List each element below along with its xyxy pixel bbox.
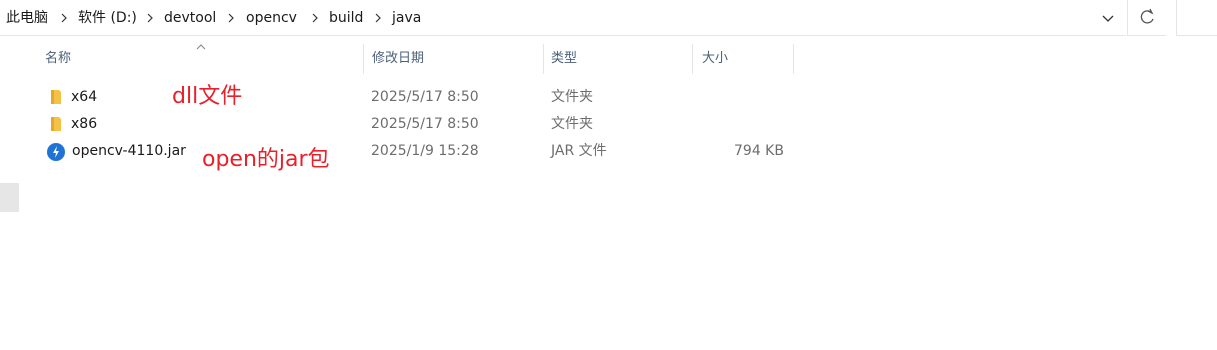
file-name[interactable]: x64 — [71, 84, 97, 110]
chevron-right-icon[interactable] — [143, 8, 157, 28]
address-history-dropdown[interactable] — [1096, 6, 1120, 30]
file-type: 文件夹 — [551, 116, 593, 132]
search-input[interactable] — [1176, 0, 1217, 36]
column-header-date[interactable]: 修改日期 — [372, 44, 424, 74]
file-date: 2025/5/17 8:50 — [371, 89, 479, 105]
chevron-right-icon[interactable] — [224, 8, 238, 28]
breadcrumb-item-drive[interactable]: 软件 (D:) — [78, 8, 137, 28]
refresh-button[interactable] — [1127, 0, 1166, 36]
breadcrumb-item-build[interactable]: build — [329, 8, 363, 28]
list-item[interactable]: x86 2025/5/17 8:50 文件夹 — [40, 111, 800, 137]
column-header-name[interactable]: 名称 — [45, 44, 71, 74]
column-divider[interactable] — [793, 44, 794, 74]
breadcrumb-item-java[interactable]: java — [392, 8, 421, 28]
address-bar[interactable]: 此电脑 软件 (D:) devtool opencv build java — [0, 0, 1126, 36]
column-header-type[interactable]: 类型 — [551, 44, 577, 74]
file-date: 2025/5/17 8:50 — [371, 116, 479, 132]
breadcrumb-item-opencv[interactable]: opencv — [246, 8, 297, 28]
list-item[interactable]: opencv-4110.jar 2025/1/9 15:28 JAR 文件 79… — [40, 138, 800, 164]
chevron-right-icon[interactable] — [308, 8, 322, 28]
breadcrumb-item-devtool[interactable]: devtool — [164, 8, 216, 28]
breadcrumb-item-this-pc[interactable]: 此电脑 — [6, 8, 48, 28]
chevron-right-icon[interactable] — [57, 8, 71, 28]
folder-icon — [47, 115, 65, 133]
column-divider[interactable] — [543, 44, 544, 74]
annotation-dll-label: dll文件 — [172, 84, 243, 109]
column-header-size[interactable]: 大小 — [702, 44, 728, 74]
file-name[interactable]: opencv-4110.jar — [72, 138, 186, 164]
chevron-right-icon[interactable] — [371, 8, 385, 28]
file-type: 文件夹 — [551, 89, 593, 105]
jar-file-icon — [46, 142, 65, 161]
list-item[interactable]: x64 2025/5/17 8:50 文件夹 — [40, 84, 800, 110]
file-size: 794 KB — [734, 143, 784, 159]
refresh-icon — [1140, 8, 1154, 24]
column-divider[interactable] — [363, 44, 364, 74]
file-type: JAR 文件 — [551, 143, 607, 159]
file-name[interactable]: x86 — [71, 111, 97, 137]
folder-icon — [47, 88, 65, 106]
column-divider[interactable] — [692, 44, 693, 74]
annotation-jar-label: open的jar包 — [202, 147, 330, 172]
navigation-pane-edge[interactable] — [0, 183, 19, 212]
file-date: 2025/1/9 15:28 — [371, 143, 479, 159]
chevron-down-icon — [1102, 15, 1114, 22]
sort-ascending-icon — [195, 40, 207, 50]
